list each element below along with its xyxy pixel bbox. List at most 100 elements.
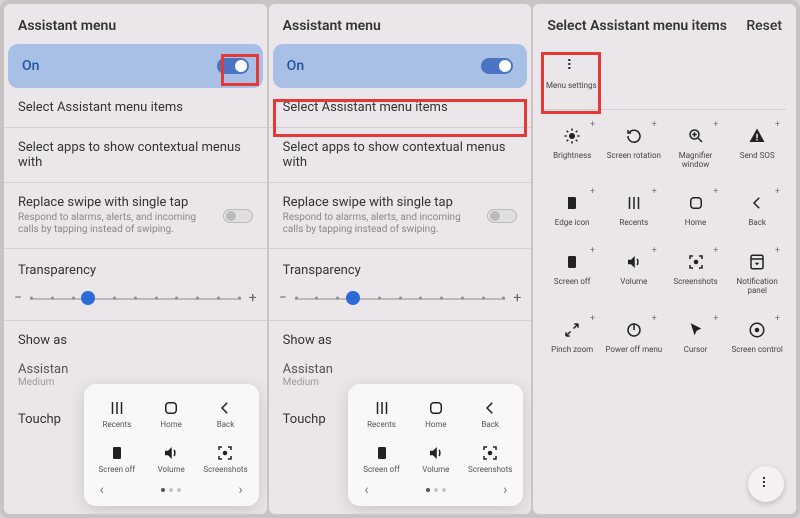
- add-icon: +: [713, 120, 718, 130]
- grid-item-magnifier[interactable]: +Magnifier window: [665, 124, 727, 170]
- slider-thumb[interactable]: [346, 291, 360, 305]
- plus-icon[interactable]: +: [513, 290, 521, 306]
- assistant-size-label: Assistan: [18, 362, 68, 377]
- pager-dots: [426, 488, 446, 492]
- float-item-label: Screenshots: [468, 465, 512, 474]
- floating-action-button[interactable]: ⠇: [748, 466, 784, 502]
- master-switch[interactable]: [481, 58, 513, 74]
- replace-swipe-row[interactable]: Replace swipe with single tap Respond to…: [269, 183, 532, 249]
- grid-item-rotation[interactable]: +Screen rotation: [603, 124, 665, 170]
- add-icon: +: [775, 187, 780, 197]
- float-item-screenshot[interactable]: Screenshots: [198, 439, 252, 478]
- page-title: Assistant menu: [269, 4, 532, 44]
- float-item-home[interactable]: Home: [144, 394, 198, 433]
- transparency-label: Transparency: [283, 263, 518, 278]
- grid-item-sos[interactable]: +Send SOS: [726, 124, 788, 170]
- pager-next[interactable]: ›: [238, 482, 242, 498]
- show-as-row[interactable]: Show as: [4, 321, 267, 360]
- float-item-back[interactable]: Back: [463, 394, 517, 433]
- assistant-floating-menu[interactable]: Recents HomeBack Screen off Volume Screensho…: [84, 384, 259, 506]
- float-item-home[interactable]: Home: [409, 394, 463, 433]
- assistant-floating-menu[interactable]: RecentsHomeBack Screen off Volume Screensho…: [348, 384, 523, 506]
- reset-button[interactable]: Reset: [746, 18, 782, 34]
- select-apps-row[interactable]: Select apps to show contextual menus wit…: [4, 128, 267, 183]
- grid-item-label: Send SOS: [740, 152, 775, 161]
- page-title: Select Assistant menu items: [547, 18, 727, 34]
- recents-icon: [373, 398, 391, 418]
- minus-icon[interactable]: −: [279, 290, 287, 306]
- volume-icon: [427, 443, 445, 463]
- float-item-recents[interactable]: Recents: [354, 394, 408, 433]
- panel-1: Assistant menu On Select Assistant menu …: [4, 4, 267, 514]
- panel-3: Select Assistant menu items Reset ⠇ Menu…: [533, 4, 796, 514]
- grid-item-notif[interactable]: +Notification panel: [726, 250, 788, 296]
- pager-prev[interactable]: ‹: [100, 482, 104, 498]
- float-item-label: Screen off: [363, 465, 400, 474]
- grid-item-label: Recents: [619, 219, 648, 228]
- grid-item-screenctrl[interactable]: +Screen control: [726, 318, 788, 355]
- replace-swipe-row[interactable]: Replace swipe with single tap Respond to…: [4, 183, 267, 249]
- notif-icon: [745, 250, 769, 274]
- menu-settings-item[interactable]: ⠇ Menu settings: [543, 54, 599, 91]
- master-toggle-row[interactable]: On: [273, 44, 528, 88]
- select-items-row[interactable]: Select Assistant menu items: [269, 88, 532, 128]
- grid-item-back[interactable]: +Back: [726, 191, 788, 228]
- magnifier-icon: [684, 124, 708, 148]
- grid-item-label: Screen rotation: [607, 152, 661, 161]
- grid-item-screenoff[interactable]: +Screen off: [541, 250, 603, 296]
- screenshot-icon: [216, 443, 234, 463]
- float-item-back[interactable]: Back: [198, 394, 252, 433]
- grid-item-label: Power off menu: [605, 346, 662, 355]
- pager-next[interactable]: ›: [503, 482, 507, 498]
- page-title: Assistant menu: [4, 4, 267, 44]
- minus-icon[interactable]: −: [14, 290, 22, 306]
- float-item-volume[interactable]: Volume: [144, 439, 198, 478]
- grid-item-screenshot[interactable]: +Screenshots: [665, 250, 727, 296]
- screenctrl-icon: [745, 318, 769, 342]
- float-item-label: Screenshots: [203, 465, 247, 474]
- float-item-recents[interactable]: Recents: [90, 394, 144, 433]
- screenshot-icon: [684, 250, 708, 274]
- float-item-label: Recents: [102, 420, 131, 429]
- back-icon: [481, 398, 499, 418]
- grid-item-volume[interactable]: +Volume: [603, 250, 665, 296]
- grid-item-recents[interactable]: +Recents: [603, 191, 665, 228]
- volume-icon: [162, 443, 180, 463]
- float-item-label: Volume: [158, 465, 185, 474]
- float-item-screenoff[interactable]: Screen off: [90, 439, 144, 478]
- float-item-screenoff[interactable]: Screen off: [354, 439, 408, 478]
- grid-item-power[interactable]: +Power off menu: [603, 318, 665, 355]
- replace-swipe-sub: Respond to alarms, alerts, and incoming …: [18, 212, 215, 236]
- transparency-slider[interactable]: − +: [283, 290, 518, 306]
- grid-item-label: Screenshots: [673, 278, 717, 287]
- add-icon: +: [775, 120, 780, 130]
- grid-item-pinch[interactable]: +Pinch zoom: [541, 318, 603, 355]
- float-item-volume[interactable]: Volume: [409, 439, 463, 478]
- add-icon: +: [590, 314, 595, 324]
- slider-thumb[interactable]: [81, 291, 95, 305]
- grid-item-home[interactable]: +Home: [665, 191, 727, 228]
- screenshot-icon: [481, 443, 499, 463]
- grid-item-brightness[interactable]: +Brightness: [541, 124, 603, 170]
- grid-item-label: Back: [748, 219, 766, 228]
- grid-item-edge[interactable]: +Edge icon: [541, 191, 603, 228]
- replace-swipe-toggle[interactable]: [223, 209, 253, 223]
- replace-swipe-toggle[interactable]: [487, 209, 517, 223]
- show-as-row[interactable]: Show as: [269, 321, 532, 360]
- menu-settings-label: Menu settings: [546, 82, 597, 91]
- plus-icon[interactable]: +: [249, 290, 257, 306]
- add-icon: +: [713, 246, 718, 256]
- master-switch[interactable]: [217, 58, 249, 74]
- add-icon: +: [713, 187, 718, 197]
- transparency-slider[interactable]: − +: [18, 290, 253, 306]
- select-apps-row[interactable]: Select apps to show contextual menus wit…: [269, 128, 532, 183]
- floating-pager: ‹ ›: [90, 478, 253, 502]
- grid-item-label: Screen control: [731, 346, 782, 355]
- grid-item-label: Home: [685, 219, 707, 228]
- float-item-screenshot[interactable]: Screenshots: [463, 439, 517, 478]
- menu-settings-icon: ⠇: [559, 54, 583, 78]
- pager-prev[interactable]: ‹: [364, 482, 368, 498]
- select-items-row[interactable]: Select Assistant menu items: [4, 88, 267, 128]
- master-toggle-row[interactable]: On: [8, 44, 263, 88]
- grid-item-cursor[interactable]: +Cursor: [665, 318, 727, 355]
